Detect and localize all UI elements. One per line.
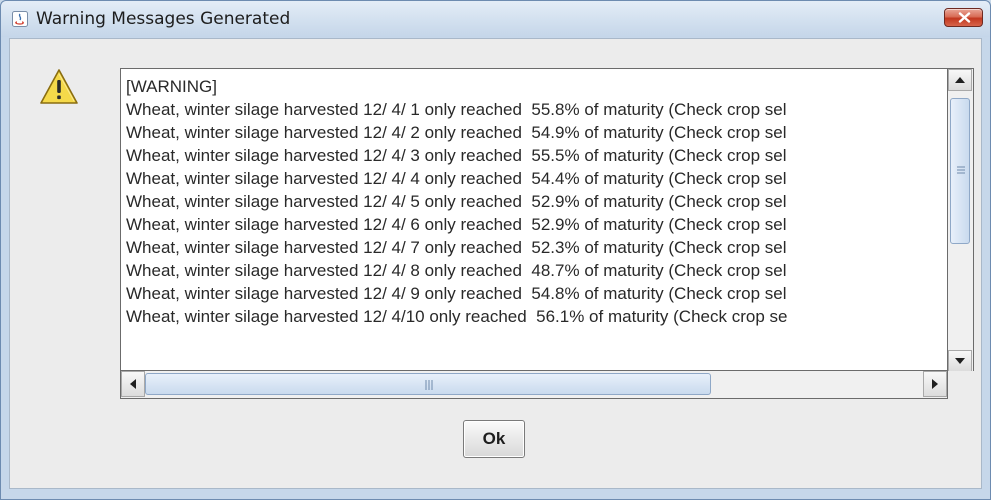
grip-icon xyxy=(425,380,433,390)
message-line: Wheat, winter silage harvested 12/ 4/ 6 … xyxy=(126,215,787,234)
scroll-right-button[interactable] xyxy=(923,371,947,397)
close-button[interactable] xyxy=(944,8,983,27)
message-text-area[interactable]: [WARNING] Wheat, winter silage harvested… xyxy=(120,68,948,371)
message-line xyxy=(126,328,946,351)
message-line: Wheat, winter silage harvested 12/ 4/ 4 … xyxy=(126,169,787,188)
scroll-down-button[interactable] xyxy=(948,350,972,372)
arrow-right-icon xyxy=(932,379,938,389)
message-line: Wheat, winter silage harvested 12/ 4/ 3 … xyxy=(126,146,787,165)
message-line: Wheat, winter silage harvested 12/ 4/ 9 … xyxy=(126,284,787,303)
vertical-scroll-thumb[interactable] xyxy=(950,98,970,244)
message-line: Wheat, winter silage harvested 12/ 4/ 2 … xyxy=(126,123,787,142)
java-app-icon xyxy=(12,11,28,27)
grip-icon xyxy=(957,166,965,174)
message-line: [WARNING] xyxy=(126,77,217,96)
message-line: Wheat, winter silage harvested 12/ 4/ 7 … xyxy=(126,238,787,257)
arrow-left-icon xyxy=(130,379,136,389)
arrow-up-icon xyxy=(955,77,965,83)
message-line: Wheat, winter silage harvested 12/ 4/10 … xyxy=(126,307,788,326)
dialog-content: [WARNING] Wheat, winter silage harvested… xyxy=(9,38,982,489)
scroll-up-button[interactable] xyxy=(948,69,972,91)
message-lines: [WARNING] Wheat, winter silage harvested… xyxy=(126,75,946,370)
dialog-window: Warning Messages Generated [WARNING] Whe… xyxy=(0,0,991,500)
vertical-scrollbar[interactable] xyxy=(948,68,974,372)
warning-icon xyxy=(40,69,78,104)
window-title: Warning Messages Generated xyxy=(36,9,291,29)
message-line xyxy=(126,351,946,370)
scrollbar-corner xyxy=(948,371,974,399)
message-line: Wheat, winter silage harvested 12/ 4/ 1 … xyxy=(126,100,787,119)
horizontal-scroll-thumb[interactable] xyxy=(145,373,711,395)
scroll-left-button[interactable] xyxy=(121,371,145,397)
title-bar[interactable]: Warning Messages Generated xyxy=(1,1,990,37)
arrow-down-icon xyxy=(955,358,965,364)
horizontal-scrollbar[interactable] xyxy=(120,371,948,399)
close-icon xyxy=(958,12,971,23)
message-line: Wheat, winter silage harvested 12/ 4/ 8 … xyxy=(126,261,787,280)
ok-button[interactable]: Ok xyxy=(463,420,525,458)
message-line: Wheat, winter silage harvested 12/ 4/ 5 … xyxy=(126,192,787,211)
